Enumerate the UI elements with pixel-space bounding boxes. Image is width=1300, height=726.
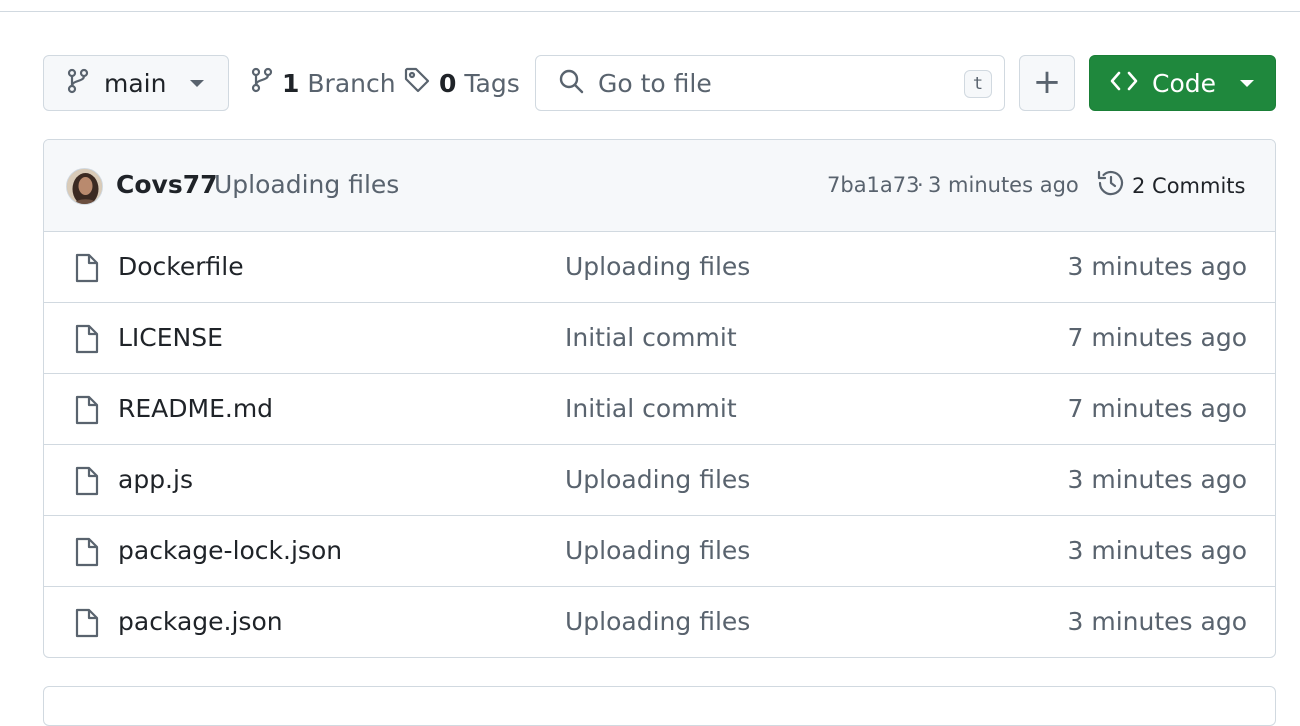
top-divider xyxy=(0,11,1300,12)
file-icon xyxy=(73,323,101,359)
tag-icon xyxy=(403,66,431,100)
branch-label: Branch xyxy=(307,68,396,98)
history-icon xyxy=(1096,168,1126,203)
file-commit-time: 7 minutes ago xyxy=(1067,323,1247,352)
code-button-label: Code xyxy=(1152,68,1217,98)
tag-label: Tags xyxy=(464,68,520,98)
git-branch-icon xyxy=(66,68,90,98)
commit-message[interactable]: Uploading files xyxy=(214,170,399,199)
file-icon xyxy=(73,394,101,430)
file-name-link[interactable]: README.md xyxy=(118,394,273,423)
chevron-down-icon xyxy=(1240,79,1255,87)
tags-link[interactable]: 0 Tags xyxy=(403,55,520,111)
add-file-button[interactable]: + xyxy=(1019,55,1075,111)
commits-count-label: 2 Commits xyxy=(1132,173,1246,198)
branches-link[interactable]: 1 Branch xyxy=(250,55,396,111)
file-row[interactable]: package.json Uploading files 3 minutes a… xyxy=(44,587,1275,657)
file-row[interactable]: package-lock.json Uploading files 3 minu… xyxy=(44,516,1275,587)
branch-selector-button[interactable]: main xyxy=(43,55,229,111)
file-name-link[interactable]: LICENSE xyxy=(118,323,223,352)
file-commit-time: 3 minutes ago xyxy=(1067,465,1247,494)
readme-panel-edge xyxy=(43,686,1276,726)
search-icon xyxy=(558,68,584,98)
file-commit-message[interactable]: Uploading files xyxy=(565,465,750,494)
file-commit-message[interactable]: Initial commit xyxy=(565,394,737,423)
keyboard-shortcut-hint: t xyxy=(964,70,992,98)
plus-icon: + xyxy=(1032,61,1062,102)
file-icon xyxy=(73,465,101,501)
file-commit-time: 3 minutes ago xyxy=(1067,536,1247,565)
file-name-link[interactable]: Dockerfile xyxy=(118,252,244,281)
tag-count: 0 xyxy=(439,68,457,98)
go-to-file-input[interactable] xyxy=(598,68,938,98)
chevron-down-icon xyxy=(190,79,205,87)
file-commit-message[interactable]: Uploading files xyxy=(565,536,750,565)
file-row[interactable]: README.md Initial commit 7 minutes ago xyxy=(44,374,1275,445)
file-name-link[interactable]: app.js xyxy=(118,465,193,494)
file-commit-time: 3 minutes ago xyxy=(1067,252,1247,281)
file-commit-time: 7 minutes ago xyxy=(1067,394,1247,423)
file-row[interactable]: Dockerfile Uploading files 3 minutes ago xyxy=(44,232,1275,303)
file-icon xyxy=(73,536,101,572)
commit-separator: · xyxy=(917,173,924,197)
file-list: Dockerfile Uploading files 3 minutes ago… xyxy=(44,232,1275,657)
file-commit-message[interactable]: Initial commit xyxy=(565,323,737,352)
git-branch-icon xyxy=(250,67,274,99)
file-commit-message[interactable]: Uploading files xyxy=(565,607,750,636)
code-button[interactable]: Code xyxy=(1089,55,1276,111)
file-name-link[interactable]: package-lock.json xyxy=(118,536,342,565)
commit-author[interactable]: Covs77 xyxy=(116,170,218,199)
file-row[interactable]: app.js Uploading files 3 minutes ago xyxy=(44,445,1275,516)
branch-count: 1 xyxy=(282,68,300,98)
file-row[interactable]: LICENSE Initial commit 7 minutes ago xyxy=(44,303,1275,374)
latest-commit-header: Covs77 Uploading files 7ba1a73 · 3 minut… xyxy=(44,140,1275,232)
commit-hash[interactable]: 7ba1a73 xyxy=(827,173,920,197)
go-to-file-search[interactable]: t xyxy=(535,55,1005,111)
commits-history-link[interactable]: 2 Commits xyxy=(1096,168,1245,203)
file-name-link[interactable]: package.json xyxy=(118,607,283,636)
file-icon xyxy=(73,607,101,643)
file-commit-message[interactable]: Uploading files xyxy=(565,252,750,281)
file-icon xyxy=(73,252,101,288)
avatar[interactable] xyxy=(66,168,103,205)
file-table: Covs77 Uploading files 7ba1a73 · 3 minut… xyxy=(43,139,1276,658)
code-icon xyxy=(1110,70,1138,96)
file-commit-time: 3 minutes ago xyxy=(1067,607,1247,636)
commit-time: 3 minutes ago xyxy=(928,173,1079,197)
branch-name: main xyxy=(104,68,167,98)
